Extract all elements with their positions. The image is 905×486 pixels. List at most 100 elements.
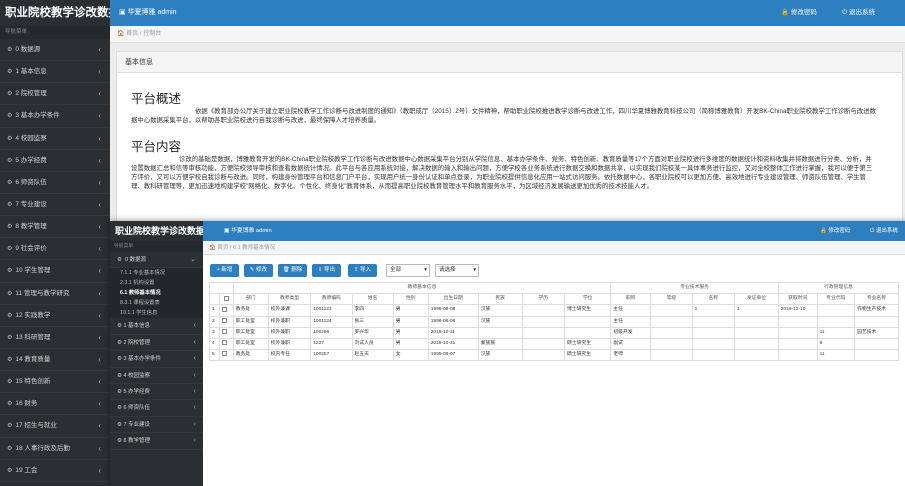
sidebar-item[interactable]: ⚙ 9 社会评价 ‹ [0, 238, 110, 261]
inner-menu-item[interactable]: ⚙ 2 院校管理 ‹ [110, 335, 203, 352]
gear-icon: ⚙ [7, 334, 13, 341]
inner-submenu-item[interactable]: 7.1.1 专业基本情况 [110, 268, 203, 279]
inner-submenu-item[interactable]: 2.3.1 机构设置 [110, 278, 203, 289]
inner-submenu-item[interactable]: 6.1 教师基本情况 [110, 288, 203, 299]
chevron-left-icon: ‹ [98, 332, 101, 342]
inner-menu-item[interactable]: ⚙ 4 校园监察 ‹ [110, 368, 203, 384]
sidebar-item[interactable]: ⚙ 7 专业建设 ‹ [0, 194, 110, 217]
inner-menu-item[interactable]: ⚙ 3 基本办学条件 ‹ [110, 351, 203, 368]
sidebar-item[interactable]: ⚙ 18 人事行政及后勤 ‹ [0, 438, 110, 460]
table-row[interactable]: 4 职工处室 校外兼职 1227 刘试人员男 2018-10-31 蒙族族 硕士研究生 副试 9 [209, 337, 899, 351]
inner-menu-data-source[interactable]: ⚙ 0 数据源 ⌄ [110, 252, 203, 269]
inner-logout-link[interactable]: ⏻ 退出系统 [870, 221, 898, 241]
app-title: 职业院校教学诊改数据 [0, 0, 110, 26]
breadcrumb-home[interactable]: 首页 [126, 31, 138, 37]
filter-select-all[interactable]: 全部 ▾ [386, 264, 430, 277]
filter-select-choose[interactable]: 请选择 ▾ [435, 264, 479, 277]
chevron-left-icon: ‹ [98, 45, 101, 54]
edit-button[interactable]: ✎ 修改 [244, 264, 273, 277]
inner-menu-item[interactable]: ⚙ 8 教学管理 ‹ [110, 433, 203, 450]
sidebar-item[interactable]: ⚙ 1 基本信息 ‹ [0, 61, 110, 84]
chevron-left-icon: ‹ [193, 338, 196, 346]
logout-link[interactable]: ⏻ 退出系统 [842, 0, 875, 26]
chevron-left-icon: ‹ [98, 421, 101, 431]
panel-header: 基本信息 [117, 52, 902, 73]
gear-icon: ⚙ [7, 445, 13, 452]
table-row[interactable]: 1 教务处 校外兼课 1001123 李四男 1996-08-08 汉族 博士研究生 主任 1 1 2… [209, 304, 899, 317]
table-group-header-row: 教师基本信息 专业技术服务 行政管理信息 [209, 281, 900, 295]
row-checkbox[interactable] [222, 329, 227, 335]
inner-menu-label: 6 师资队伍 [123, 405, 151, 412]
inner-menu-item[interactable]: ⚙ 7 专业建设 ‹ [110, 417, 203, 434]
column-header: 教师编码 [310, 293, 353, 306]
chevron-left-icon: ‹ [98, 133, 101, 143]
home-icon[interactable]: 🏠 [209, 245, 216, 251]
row-checkbox[interactable] [222, 306, 227, 312]
sidebar-item[interactable]: ⚙ 17 招生与就业 ‹ [0, 415, 110, 438]
table-cell: 副试 [610, 337, 652, 351]
table-cell: 汉族 [477, 349, 523, 362]
sidebar-item[interactable]: ⚙ 2 院校管理 ‹ [0, 83, 110, 106]
sidebar-item-label: 15 特色创新 [15, 378, 51, 386]
add-button[interactable]: + 新增 [210, 264, 239, 277]
select-all-checkbox[interactable] [223, 295, 229, 301]
export-button[interactable]: ⇩ 导出 [312, 264, 341, 277]
inner-change-password-link[interactable]: 🔒 修改密码 [820, 221, 850, 241]
inner-menu-item[interactable]: ⚙ 5 办学经费 ‹ [110, 384, 203, 401]
group-tech-service: 专业技术服务 [610, 281, 779, 295]
change-password-link[interactable]: 🔒 修改密码 [781, 0, 817, 26]
row-checkbox[interactable] [222, 351, 227, 357]
table-cell [477, 326, 523, 339]
sidebar-item[interactable]: ⚙ 19 工会 ‹ [0, 460, 110, 482]
sidebar: 导航菜单 ⚙ 0 数据源 ‹ ⚙ 1 基本信息 ‹ ⚙ 2 院校管理 ‹ ⚙ 3 基本办学条件 ‹ ⚙ 4… [0, 26, 110, 486]
sidebar-item[interactable]: ⚙ 6 师资队伍 ‹ [0, 172, 110, 194]
chevron-left-icon: ‹ [98, 67, 101, 77]
table-cell: 博士研究生 [563, 304, 612, 317]
sidebar-item-label: 17 招生与就业 [15, 422, 57, 430]
sidebar-item[interactable]: ⚙ 5 办学经费 ‹ [0, 150, 110, 172]
row-checkbox[interactable] [222, 317, 227, 323]
sidebar-item[interactable]: ⚙ 10 学生管理 ‹ [0, 260, 110, 283]
sidebar-item[interactable]: ⚙ 3 基本办学条件 ‹ [0, 105, 110, 128]
sidebar-item[interactable]: ⚙ 12 实践教学 ‹ [0, 305, 110, 327]
table-row[interactable]: 2 职工处室 校外兼职 1001124 张三男 1996-08-08 汉族 主任 [209, 315, 899, 328]
table-cell: 初级开发 [610, 326, 652, 339]
chevron-left-icon: ‹ [98, 266, 101, 276]
chevron-left-icon: ‹ [98, 244, 101, 254]
table-cell: 职工处室 [232, 326, 269, 339]
delete-button[interactable]: 🗑 删除 [278, 264, 307, 277]
column-header: 等级 [650, 293, 693, 306]
overview-text: 依据《教育部办公厅关于建立职业院校教学工作诊断与改进制度的通知》（教职成厅〔20… [131, 108, 876, 124]
sidebar-item[interactable]: ⚙ 14 教育质量 ‹ [0, 349, 110, 372]
sidebar-item[interactable]: ⚙ 13 科研管理 ‹ [0, 327, 110, 349]
sidebar-item[interactable]: ⚙ 11 管理与教学研究 ‹ [0, 283, 110, 305]
overlay-screenshot: 职业院校教学诊改数据 ▣ 华夏博雅 admin 🔒 修改密码 ⏻ 退出系统 导航… [110, 221, 905, 486]
table-cell [691, 326, 736, 339]
inner-menu-item[interactable]: ⚙ 1 基本信息 ‹ [110, 318, 203, 335]
row-checkbox[interactable] [222, 340, 227, 346]
table-cell [563, 315, 612, 328]
content-text: 诊改的基础是数据，博雅教育开发的BK-China职业院校教学工作诊断与改进数据中… [131, 156, 873, 190]
inner-menu-item[interactable]: ⚙ 6 师资队伍 ‹ [110, 400, 203, 417]
sidebar-item-label: 3 基本办学条件 [15, 112, 60, 120]
table-row[interactable]: 5 教务处 校内专任 100257 赵五天女 1995-08-07 汉族 硕士研究生 老师 11 [209, 349, 899, 362]
sidebar-item[interactable]: ⚙ 16 财务 ‹ [0, 393, 110, 416]
gear-icon: ⚙ [7, 179, 13, 186]
inner-user-label: ▣ 华夏博雅 admin [224, 228, 272, 234]
sidebar-item[interactable]: ⚙ 0 数据源 ‹ [0, 39, 110, 62]
sidebar-item-label: 11 管理与教学研究 [15, 289, 70, 297]
table-cell [854, 315, 899, 328]
breadcrumb-current: 控制台 [143, 31, 162, 37]
table-cell [521, 315, 565, 328]
sidebar-item[interactable]: ⚙ 4 校园监察 ‹ [0, 128, 110, 150]
gear-icon: ⚙ [7, 69, 13, 76]
home-icon[interactable]: 🏠 [117, 31, 124, 37]
inner-submenu-item[interactable]: 8.3.1 课程设置表 [110, 298, 203, 309]
import-button[interactable]: ⇧ 导入 [348, 264, 377, 277]
inner-submenu-item[interactable]: 10.1.1 学生信息 [110, 308, 203, 319]
sidebar-item[interactable]: ⚙ 8 教学管理 ‹ [0, 216, 110, 239]
chevron-left-icon: ‹ [98, 177, 101, 187]
sidebar-item[interactable]: ⚙ 15 特色创新 ‹ [0, 371, 110, 394]
column-header: 民族 [477, 293, 523, 306]
table-row[interactable]: 3 职工处室 校外兼职 100256 罗兴华男 2018-10-11 初级开发 11 园艺技术 [209, 326, 899, 339]
